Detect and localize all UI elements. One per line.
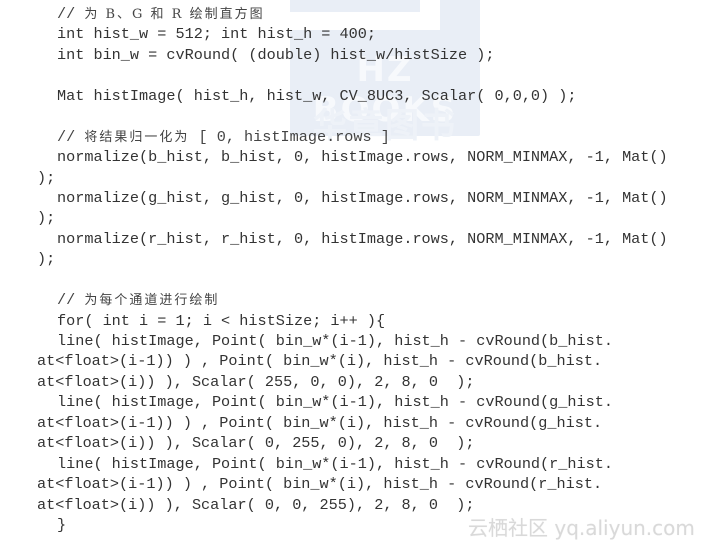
comment-marker: // [57, 291, 85, 310]
code-line: at<float>(i-1)) ) , Point( bin_w*(i), hi… [37, 413, 603, 432]
code-line: } [57, 515, 67, 534]
code-line: line( histImage, Point( bin_w*(i-1), his… [57, 454, 613, 473]
comment-text: 为每个通道进行绘制 [84, 293, 220, 309]
code-line: for( int i = 1; i < histSize; i++ ){ [57, 311, 386, 330]
code-listing: // 为 B、G 和 R 绘制直方图 int hist_w = 512; int … [0, 4, 713, 535]
comment-text: 为 B、G 和 R 绘制直方图 [84, 7, 265, 22]
code-comment: // 将结果归一化为 [ 0, histImage.rows ] [0, 127, 713, 147]
comment-marker: // [57, 5, 85, 23]
code-line: at<float>(i-1)) ) , Point( bin_w*(i), hi… [37, 475, 603, 494]
code-line: ); [37, 168, 56, 187]
code-line: line( histImage, Point( bin_w*(i-1), his… [57, 332, 613, 350]
code-line: at<float>(i)) ), Scalar( 255, 0, 0), 2, … [37, 372, 475, 391]
code-line: ); [37, 209, 56, 228]
code-line: Mat histImage( hist_h, hist_w, CV_8UC3, … [57, 86, 577, 105]
code-comment: // 为每个通道进行绘制 [0, 290, 713, 310]
comment-marker: // [57, 127, 85, 146]
code-line: int bin_w = cvRound( (double) hist_w/his… [57, 45, 495, 64]
code-line: at<float>(i)) ), Scalar( 0, 0, 255), 2, … [37, 495, 475, 514]
code-line: int hist_w = 512; int hist_h = 400; [57, 25, 376, 44]
code-line: line( histImage, Point( bin_w*(i-1), his… [57, 393, 613, 412]
code-line: normalize(g_hist, g_hist, 0, histImage.r… [57, 188, 668, 207]
comment-text: 将结果归一化为 [84, 129, 190, 145]
code-line: normalize(r_hist, r_hist, 0, histImage.r… [57, 229, 668, 248]
code-line: at<float>(i-1)) ) , Point( bin_w*(i), hi… [37, 352, 603, 371]
code-comment: // 为 B、G 和 R 绘制直方图 [0, 4, 713, 24]
code-line: normalize(b_hist, b_hist, 0, histImage.r… [57, 148, 668, 167]
code-line: at<float>(i)) ), Scalar( 0, 255, 0), 2, … [37, 434, 475, 453]
code-line: ); [37, 250, 56, 269]
comment-suffix: [ 0, histImage.rows ] [189, 127, 390, 146]
